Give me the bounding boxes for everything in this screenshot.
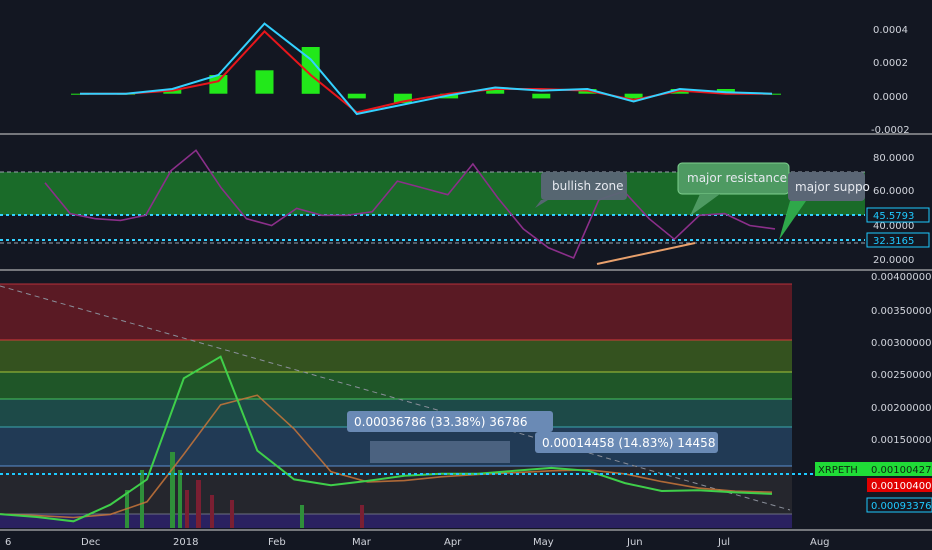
trading-chart[interactable]: 0.0004 0.0002 0.0000 -0.0002 bullish zon… [0, 0, 932, 550]
price-tick: 0.00250000 [871, 370, 931, 381]
time-label: Mar [352, 537, 372, 548]
callout-text: major suppo [795, 180, 870, 194]
measure-label-2[interactable]: 0.00014458 (14.83%) 14458 [535, 432, 718, 453]
macd-histogram-bar [347, 93, 366, 99]
macd-tick: 0.0004 [873, 25, 908, 36]
price-tick: 0.00350000 [871, 306, 931, 317]
price-tick: 0.00200000 [871, 403, 931, 414]
rsi-tick: 40.0000 [873, 221, 914, 232]
rsi-tick: 80.0000 [873, 153, 914, 164]
time-label: Aug [810, 537, 830, 548]
measure-label-1[interactable]: 0.00036786 (33.38%) 36786 [347, 411, 553, 432]
symbol-tag-text: XRPETH [818, 465, 858, 476]
price-tag-cyan-text: 0.00093376 [871, 501, 931, 512]
time-label: Apr [444, 537, 462, 548]
price-tick: 0.00300000 [871, 338, 931, 349]
price-tag-current-text: 0.00100427 [871, 465, 931, 476]
macd-histogram-bar [255, 70, 274, 94]
measure-range-box[interactable] [370, 441, 510, 463]
time-label: May [533, 537, 554, 548]
price-panel[interactable]: 0.00036786 (33.38%) 36786 0.00014458 (14… [0, 283, 865, 528]
price-tag-red-text: 0.00100400 [871, 481, 931, 492]
price-tick: 0.00150000 [871, 435, 931, 446]
measure-text: 0.00036786 (33.38%) 36786 [354, 415, 527, 429]
time-label: Jul [717, 537, 730, 548]
rsi-tag-45-text: 45.5793 [873, 211, 914, 222]
time-label: 6 [5, 537, 11, 548]
macd-tick: 0.0000 [873, 92, 908, 103]
time-label: Feb [268, 537, 286, 548]
time-label: Dec [81, 537, 100, 548]
time-label: 2018 [173, 537, 198, 548]
price-tick: 0.00400000 [871, 272, 931, 283]
rsi-tick: 60.0000 [873, 186, 914, 197]
measure-text: 0.00014458 (14.83%) 14458 [542, 436, 715, 450]
rsi-tick: 20.0000 [873, 255, 914, 266]
macd-histogram-bar [532, 93, 551, 99]
rsi-tag-32-text: 32.3165 [873, 236, 914, 247]
time-label: Jun [626, 537, 643, 548]
macd-tick: 0.0002 [873, 58, 908, 69]
callout-text: major resistance [687, 171, 787, 185]
callout-text: bullish zone [552, 179, 624, 193]
